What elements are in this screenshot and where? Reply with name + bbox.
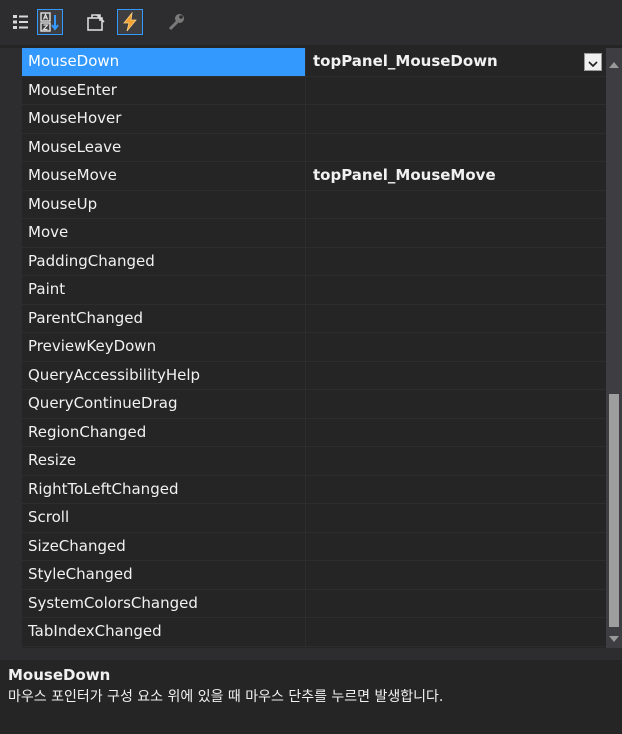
event-row-sizechanged[interactable]: SizeChanged xyxy=(22,532,606,561)
event-grid: MouseDown topPanel_MouseDown MouseEnter Mou… xyxy=(0,48,606,648)
event-name[interactable]: PaddingChanged xyxy=(22,247,306,275)
event-handler-value[interactable] xyxy=(307,590,606,618)
event-handler-value[interactable] xyxy=(307,333,606,361)
event-row-stylechanged[interactable]: StyleChanged xyxy=(22,561,606,590)
event-name[interactable]: Move xyxy=(22,219,306,247)
event-row-querycontinuedrag[interactable]: QueryContinueDrag xyxy=(22,390,606,419)
alphabetical-icon xyxy=(40,12,60,32)
event-name[interactable]: MouseMove xyxy=(22,162,306,190)
event-handler-value[interactable] xyxy=(307,618,606,646)
event-row-regionchanged[interactable]: RegionChanged xyxy=(22,418,606,447)
event-row-righttoleftchanged[interactable]: RightToLeftChanged xyxy=(22,475,606,504)
event-row-resize[interactable]: Resize xyxy=(22,447,606,476)
event-handler-value[interactable] xyxy=(307,476,606,504)
event-handler-value[interactable] xyxy=(307,561,606,589)
categorized-icon xyxy=(12,13,30,31)
event-name[interactable]: RightToLeftChanged xyxy=(22,475,306,503)
event-handler-text: topPanel_MouseDown xyxy=(313,52,498,70)
event-row-paint[interactable]: Paint xyxy=(22,276,606,305)
events-button[interactable] xyxy=(117,9,143,35)
description-panel: MouseDown 마우스 포인터가 구성 요소 위에 있을 때 마우스 단추를… xyxy=(0,660,622,734)
event-handler-value[interactable] xyxy=(307,362,606,390)
event-handler-value[interactable]: topPanel_MouseMove xyxy=(307,162,606,190)
event-name[interactable]: QueryAccessibilityHelp xyxy=(22,361,306,389)
grid-gutter xyxy=(0,48,22,648)
properties-window: MouseDown topPanel_MouseDown MouseEnter Mou… xyxy=(0,0,622,734)
events-icon xyxy=(120,12,140,32)
event-row-mouseup[interactable]: MouseUp xyxy=(22,190,606,219)
event-row-tabindexchanged[interactable]: TabIndexChanged xyxy=(22,618,606,647)
event-handler-text: topPanel_MouseMove xyxy=(313,166,496,184)
event-name[interactable]: MouseHover xyxy=(22,105,306,133)
event-name[interactable]: Paint xyxy=(22,276,306,304)
property-pages-icon xyxy=(166,12,186,32)
properties-toolbar xyxy=(0,0,622,45)
event-row-mouseenter[interactable]: MouseEnter xyxy=(22,76,606,105)
event-handler-value[interactable] xyxy=(307,305,606,333)
event-handler-value[interactable] xyxy=(307,77,606,105)
alphabetical-button[interactable] xyxy=(37,9,63,35)
event-name[interactable]: PreviewKeyDown xyxy=(22,333,306,361)
categorized-button[interactable] xyxy=(8,9,34,35)
scroll-down-button[interactable] xyxy=(606,628,622,646)
event-row-move[interactable]: Move xyxy=(22,219,606,248)
event-name[interactable]: SystemColorsChanged xyxy=(22,589,306,617)
event-name[interactable]: MouseLeave xyxy=(22,133,306,161)
event-row-mousedown[interactable]: MouseDown topPanel_MouseDown xyxy=(22,48,606,77)
chevron-down-icon xyxy=(588,49,598,76)
event-row-queryaccessibilityhelp[interactable]: QueryAccessibilityHelp xyxy=(22,361,606,390)
event-handler-value[interactable] xyxy=(307,105,606,133)
event-handler-value[interactable] xyxy=(307,248,606,276)
event-name[interactable]: SizeChanged xyxy=(22,532,306,560)
event-row-systemcolorschanged[interactable]: SystemColorsChanged xyxy=(22,589,606,618)
event-handler-value[interactable] xyxy=(307,134,606,162)
scroll-thumb[interactable] xyxy=(609,394,619,627)
event-handler-value[interactable]: topPanel_MouseDown xyxy=(307,48,606,76)
event-name[interactable]: ParentChanged xyxy=(22,304,306,332)
description-title: MouseDown xyxy=(8,666,111,684)
event-row-mousemove[interactable]: MouseMove topPanel_MouseMove xyxy=(22,162,606,191)
event-handler-value[interactable] xyxy=(307,219,606,247)
event-handler-value[interactable] xyxy=(307,419,606,447)
event-handler-value[interactable] xyxy=(307,447,606,475)
event-row-mousehover[interactable]: MouseHover xyxy=(22,105,606,134)
event-row-previewkeydown[interactable]: PreviewKeyDown xyxy=(22,333,606,362)
scroll-down-icon xyxy=(609,628,619,646)
properties-icon xyxy=(86,12,106,32)
description-splitter[interactable] xyxy=(0,648,622,660)
property-pages-button[interactable] xyxy=(163,9,189,35)
event-name[interactable]: Scroll xyxy=(22,504,306,532)
scroll-up-icon xyxy=(609,54,619,72)
event-name[interactable]: MouseDown xyxy=(22,48,306,76)
event-row-parentchanged[interactable]: ParentChanged xyxy=(22,304,606,333)
vertical-scrollbar[interactable] xyxy=(606,48,622,648)
event-name[interactable]: RegionChanged xyxy=(22,418,306,446)
event-row-mouseleave[interactable]: MouseLeave xyxy=(22,133,606,162)
event-row-paddingchanged[interactable]: PaddingChanged xyxy=(22,247,606,276)
event-name[interactable]: MouseEnter xyxy=(22,76,306,104)
event-handler-value[interactable] xyxy=(307,191,606,219)
event-row-scroll[interactable]: Scroll xyxy=(22,504,606,533)
event-name[interactable]: MouseUp xyxy=(22,190,306,218)
scroll-up-button[interactable] xyxy=(606,54,622,72)
event-handler-value[interactable] xyxy=(307,276,606,304)
event-name[interactable]: StyleChanged xyxy=(22,561,306,589)
event-name[interactable]: Resize xyxy=(22,447,306,475)
event-name[interactable]: TabIndexChanged xyxy=(22,618,306,646)
event-name[interactable]: QueryContinueDrag xyxy=(22,390,306,418)
event-handler-value[interactable] xyxy=(307,533,606,561)
event-handler-value[interactable] xyxy=(307,504,606,532)
description-text: 마우스 포인터가 구성 요소 위에 있을 때 마우스 단추를 누르면 발생합니다… xyxy=(8,689,444,705)
event-rows: MouseDown topPanel_MouseDown MouseEnter Mou… xyxy=(22,48,606,647)
handler-dropdown-button[interactable] xyxy=(584,53,602,71)
properties-button[interactable] xyxy=(83,9,109,35)
event-handler-value[interactable] xyxy=(307,390,606,418)
